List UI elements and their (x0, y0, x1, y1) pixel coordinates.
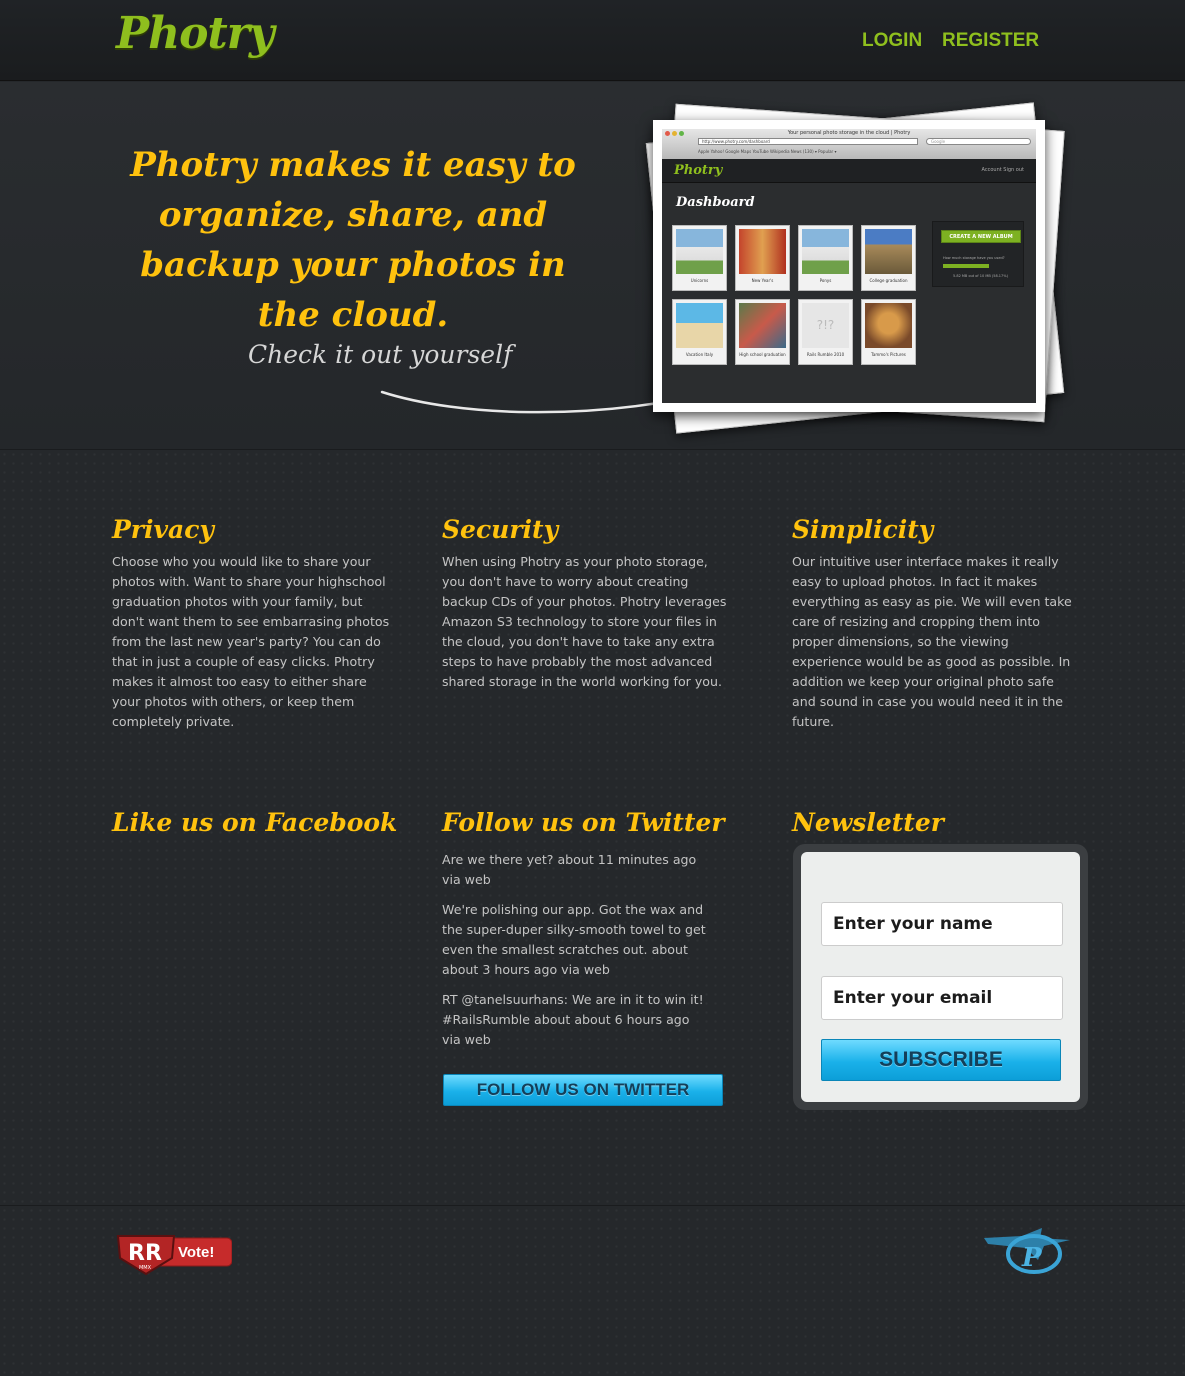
feature-privacy: Privacy Choose who you would like to sha… (112, 515, 397, 732)
album-image (865, 229, 912, 274)
storage-bar (943, 264, 989, 268)
login-link[interactable]: LOGIN (862, 30, 922, 52)
create-album-button: CREATE A NEW ALBUM (941, 230, 1021, 243)
follow-twitter-button[interactable]: FOLLOW US ON TWITTER (443, 1074, 723, 1106)
feature-title: Privacy (112, 515, 214, 544)
check-it-out-label: Check it out yourself (248, 340, 513, 369)
newsletter-form: SUBSCRIBE (793, 844, 1088, 1110)
mini-logo: Photry (674, 163, 723, 178)
browser-toolbar: Your personal photo storage in the cloud… (662, 129, 1036, 159)
site-footer: RR MMX Vote! P (0, 1205, 1185, 1376)
album-image (739, 303, 786, 348)
album-caption: College graduation (869, 278, 908, 283)
album-thumb: College graduation (861, 225, 916, 291)
site-header: Photry LOGIN REGISTER (0, 0, 1185, 81)
feature-text: Choose who you would like to share your … (112, 554, 390, 729)
album-caption: High school graduation (739, 352, 786, 357)
album-image (739, 229, 786, 274)
album-caption: Rails Rumble 2010 (806, 352, 845, 357)
hero-tagline: Photry makes it easy to organize, share,… (130, 145, 576, 335)
badge-year: MMX (139, 1265, 152, 1271)
album-thumb: Vacation Italy (672, 299, 727, 365)
mini-dashboard-heading: Dashboard (676, 195, 755, 210)
album-image (802, 229, 849, 274)
feature-security: Security When using Photry as your photo… (442, 515, 727, 692)
storage-question: How much storage have you used? (943, 256, 1005, 260)
facebook-title: Like us on Facebook (112, 808, 398, 837)
browser-url: http://www.photry.com/dashboard (698, 138, 918, 145)
vote-label[interactable]: Vote! (178, 1244, 214, 1261)
plane-logo-icon: P (984, 1228, 1070, 1274)
feature-text: When using Photry as your photo storage,… (442, 554, 727, 689)
album-thumb: Tammo's Pictures (861, 299, 916, 365)
tweet: RT @tanelsuurhans: We are in it to win i… (442, 992, 704, 1047)
logo[interactable]: Photry (116, 8, 274, 59)
mini-account: Account Sign out (981, 167, 1024, 173)
feature-title: Security (442, 515, 559, 544)
feature-title: Simplicity (792, 515, 934, 544)
album-thumb: High school graduation (735, 299, 790, 365)
subscribe-button[interactable]: SUBSCRIBE (821, 1039, 1061, 1081)
album-caption: Ponys (819, 278, 832, 283)
app-screenshot[interactable]: Your personal photo storage in the cloud… (653, 120, 1045, 412)
album-caption: Unicorns (690, 278, 709, 283)
tweet: We're polishing our app. Got the wax and… (442, 902, 706, 977)
tweet-list: Are we there yet? about 11 minutes ago v… (442, 850, 725, 1050)
placeholder-image-icon: ?!? (802, 303, 849, 348)
badge-letters: RR (128, 1241, 162, 1266)
album-caption: New Year's (751, 278, 774, 283)
album-image (676, 229, 723, 274)
album-thumb: ?!? Rails Rumble 2010 (798, 299, 853, 365)
newsletter-panel: SUBSCRIBE (801, 852, 1080, 1102)
album-caption: Vacation Italy (685, 352, 714, 357)
album-thumb: Unicorns (672, 225, 727, 291)
album-image (676, 303, 723, 348)
mini-header: Photry Account Sign out (662, 159, 1036, 183)
browser-title: Your personal photo storage in the cloud… (787, 130, 911, 136)
newsletter-section: Newsletter (792, 808, 944, 837)
svg-text:P: P (1021, 1243, 1043, 1273)
album-thumb: New Year's (735, 225, 790, 291)
register-link[interactable]: REGISTER (942, 30, 1039, 52)
feature-text: Our intuitive user interface makes it re… (792, 554, 1072, 729)
storage-usage: 5.82 MB out of 10 MB (58.17%) (953, 274, 1008, 278)
browser-window: Your personal photo storage in the cloud… (662, 129, 1036, 403)
feature-simplicity: Simplicity Our intuitive user interface … (792, 515, 1077, 732)
twitter-section: Follow us on Twitter Are we there yet? a… (442, 808, 725, 1060)
album-thumb: Ponys (798, 225, 853, 291)
newsletter-title: Newsletter (792, 808, 944, 837)
email-input[interactable] (821, 976, 1063, 1020)
twitter-title: Follow us on Twitter (442, 808, 725, 837)
facebook-section: Like us on Facebook (112, 808, 397, 837)
tweet: Are we there yet? about 11 minutes ago v… (442, 852, 697, 887)
album-image (865, 303, 912, 348)
browser-search: Google (926, 138, 1031, 145)
browser-bookmarks: Apple Yahoo! Google Maps YouTube Wikiped… (698, 149, 837, 154)
name-input[interactable] (821, 902, 1063, 946)
album-caption: Tammo's Pictures (871, 352, 906, 357)
mini-sidebar: CREATE A NEW ALBUM How much storage have… (932, 221, 1024, 287)
